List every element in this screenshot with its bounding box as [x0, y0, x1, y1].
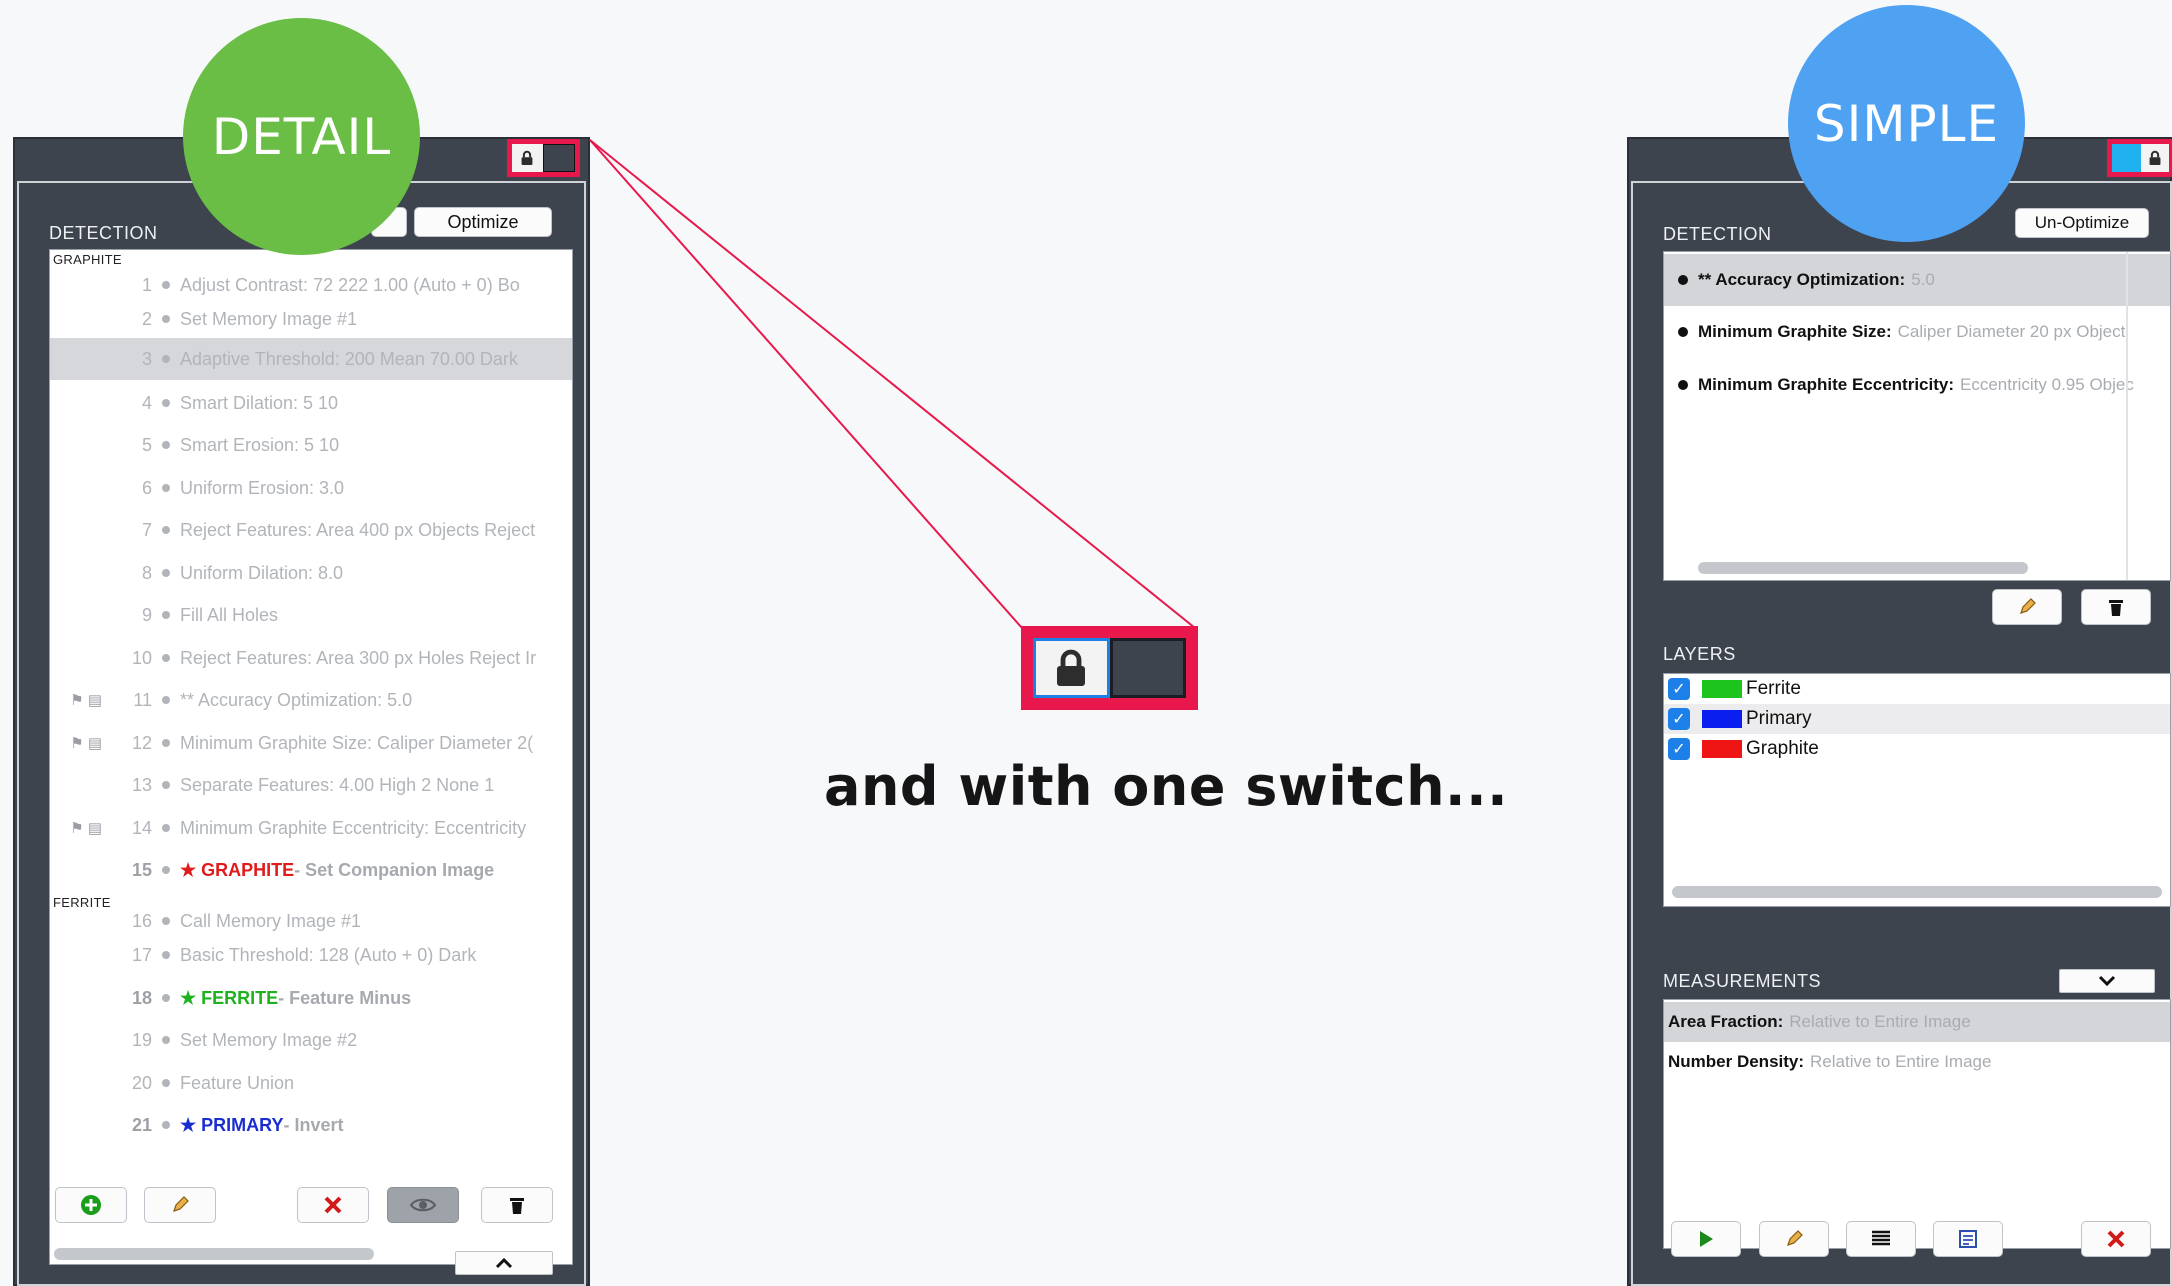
- lock-segment[interactable]: [1033, 638, 1110, 698]
- mode-toggle-zoomed[interactable]: [1021, 626, 1198, 710]
- lock-icon: [1057, 649, 1086, 686]
- detail-badge-label: DETAIL: [211, 107, 392, 166]
- simple-badge-label: SIMPLE: [1813, 94, 2000, 153]
- simple-mode-badge: SIMPLE: [1788, 5, 2025, 242]
- detail-mode-badge: DETAIL: [183, 18, 420, 255]
- detail-segment[interactable]: [1109, 638, 1186, 698]
